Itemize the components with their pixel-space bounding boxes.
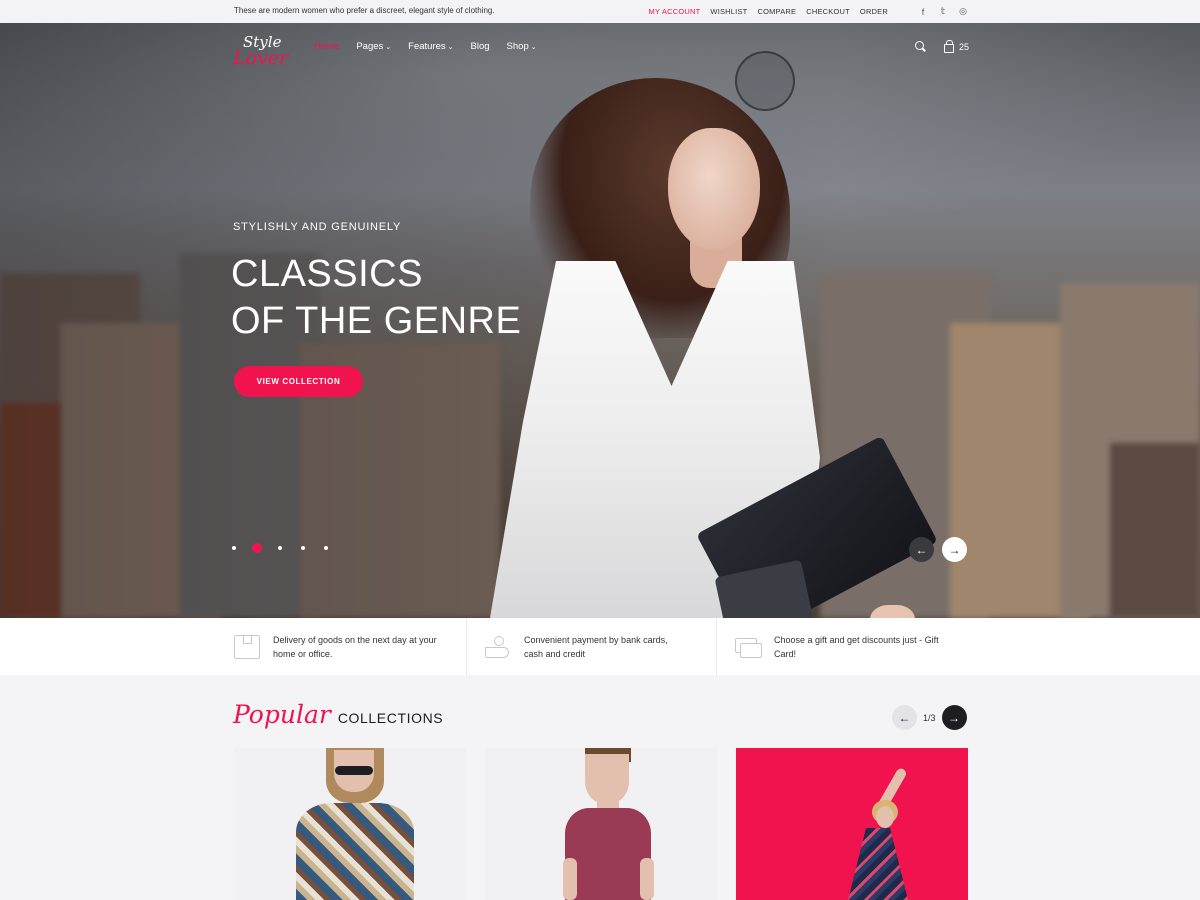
hero-headline-line2: OF THE GENRE [231, 300, 522, 342]
arrow-right-icon: → [948, 710, 961, 725]
search-icon[interactable] [914, 40, 928, 54]
box-icon [234, 634, 260, 659]
instagram-icon[interactable]: ◎ [958, 6, 968, 17]
collection-card-2[interactable] [485, 748, 717, 900]
hero-eyebrow: STYLISHLY AND GENUINELY [233, 221, 402, 233]
arrow-left-icon: ← [898, 710, 911, 725]
top-bar: These are modern women who prefer a disc… [0, 0, 1200, 23]
nav-shop[interactable]: Shop ⌄ [507, 41, 537, 52]
section-title-caps: COLLECTIONS [337, 710, 444, 726]
chevron-down-icon: ⌄ [447, 43, 454, 51]
feature-payment: Convenient payment by bank cards, cash a… [485, 618, 689, 675]
model-face [585, 754, 629, 804]
model-face [876, 806, 894, 828]
cart-count[interactable]: 25 [959, 42, 969, 52]
nav-pages[interactable]: Pages ⌄ [356, 41, 391, 52]
slider-dot-4[interactable] [301, 546, 305, 550]
my-account-link[interactable]: MY ACCOUNT [649, 7, 701, 16]
nav-label: Shop [506, 41, 529, 52]
arrow-left-icon: ← [915, 542, 928, 557]
twitter-icon[interactable]: 𝕥 [938, 6, 948, 17]
model-dress [848, 828, 908, 900]
collection-card-1[interactable] [234, 748, 466, 900]
collection-card-3[interactable] [736, 748, 968, 900]
nav-home[interactable]: Home [314, 41, 339, 52]
features-strip: Delivery of goods on the next day at you… [0, 618, 1200, 675]
nav-label: Blog [470, 41, 490, 52]
hand-payment-icon [485, 635, 511, 659]
section-title-script: Popular [233, 700, 331, 729]
social-links: f 𝕥 ◎ [908, 6, 968, 17]
nav-label: Features [408, 41, 446, 52]
model-shirt [565, 808, 651, 900]
feature-text: Delivery of goods on the next day at you… [273, 634, 437, 659]
arrow-right-icon: → [948, 542, 961, 557]
chevron-down-icon: ⌄ [385, 43, 392, 51]
model-face [668, 128, 760, 250]
collections-next-button[interactable]: → [941, 705, 967, 730]
divider [716, 618, 717, 675]
compare-link[interactable]: COMPARE [757, 7, 796, 16]
wishlist-link[interactable]: WISHLIST [710, 7, 747, 16]
model-top [296, 803, 414, 900]
slider-dot-2[interactable] [252, 543, 262, 553]
logo-text-lover: Lover [233, 47, 289, 69]
cart-bag-icon[interactable] [944, 39, 954, 53]
hero-headline: CLASSICS OF THE GENRE [231, 251, 521, 345]
hero-prev-button[interactable]: ← [909, 537, 934, 562]
hero-headline-line1: CLASSICS [231, 253, 423, 295]
slider-dot-3[interactable] [278, 546, 282, 550]
feature-text: Convenient payment by bank cards, cash a… [524, 634, 668, 659]
divider [466, 618, 467, 675]
top-links: MY ACCOUNT WISHLIST COMPARE CHECKOUT ORD… [649, 0, 1200, 23]
tagline: These are modern women who prefer a disc… [234, 6, 495, 15]
feature-text: Choose a gift and get discounts just - G… [774, 634, 939, 659]
feature-gift-card: Choose a gift and get discounts just - G… [735, 618, 939, 675]
sunglasses-icon [335, 766, 373, 775]
nav-label: Home [314, 41, 340, 52]
main-nav: Home Pages ⌄ Features ⌄ Blog Shop ⌄ [314, 41, 554, 52]
site-logo[interactable]: Style Lover [233, 33, 295, 71]
model-fascinator [735, 51, 795, 111]
nav-actions: 25 [914, 39, 969, 54]
nav-label: Pages [356, 41, 384, 52]
collections-pager: ← 1/3 → [892, 705, 967, 730]
page-indicator: 1/3 [923, 712, 936, 723]
model-arm [563, 858, 577, 900]
feature-delivery: Delivery of goods on the next day at you… [234, 618, 438, 675]
collections-prev-button[interactable]: ← [892, 705, 917, 730]
nav-features[interactable]: Features ⌄ [408, 41, 453, 52]
hero-slider [0, 23, 1200, 618]
checkout-link[interactable]: CHECKOUT [806, 7, 850, 16]
slider-dot-1[interactable] [232, 546, 236, 550]
section-title: Popular COLLECTIONS [233, 700, 443, 729]
slider-dots [232, 543, 347, 553]
hero-next-button[interactable]: → [942, 537, 967, 562]
gift-card-icon [735, 635, 762, 659]
slider-dot-5[interactable] [324, 546, 328, 550]
nav-blog[interactable]: Blog [471, 41, 490, 52]
order-link[interactable]: ORDER [860, 7, 888, 16]
model-arm [640, 858, 654, 900]
facebook-icon[interactable]: f [918, 7, 928, 17]
chevron-down-icon: ⌄ [530, 43, 537, 51]
view-collection-button[interactable]: VIEW COLLECTION [234, 366, 363, 397]
